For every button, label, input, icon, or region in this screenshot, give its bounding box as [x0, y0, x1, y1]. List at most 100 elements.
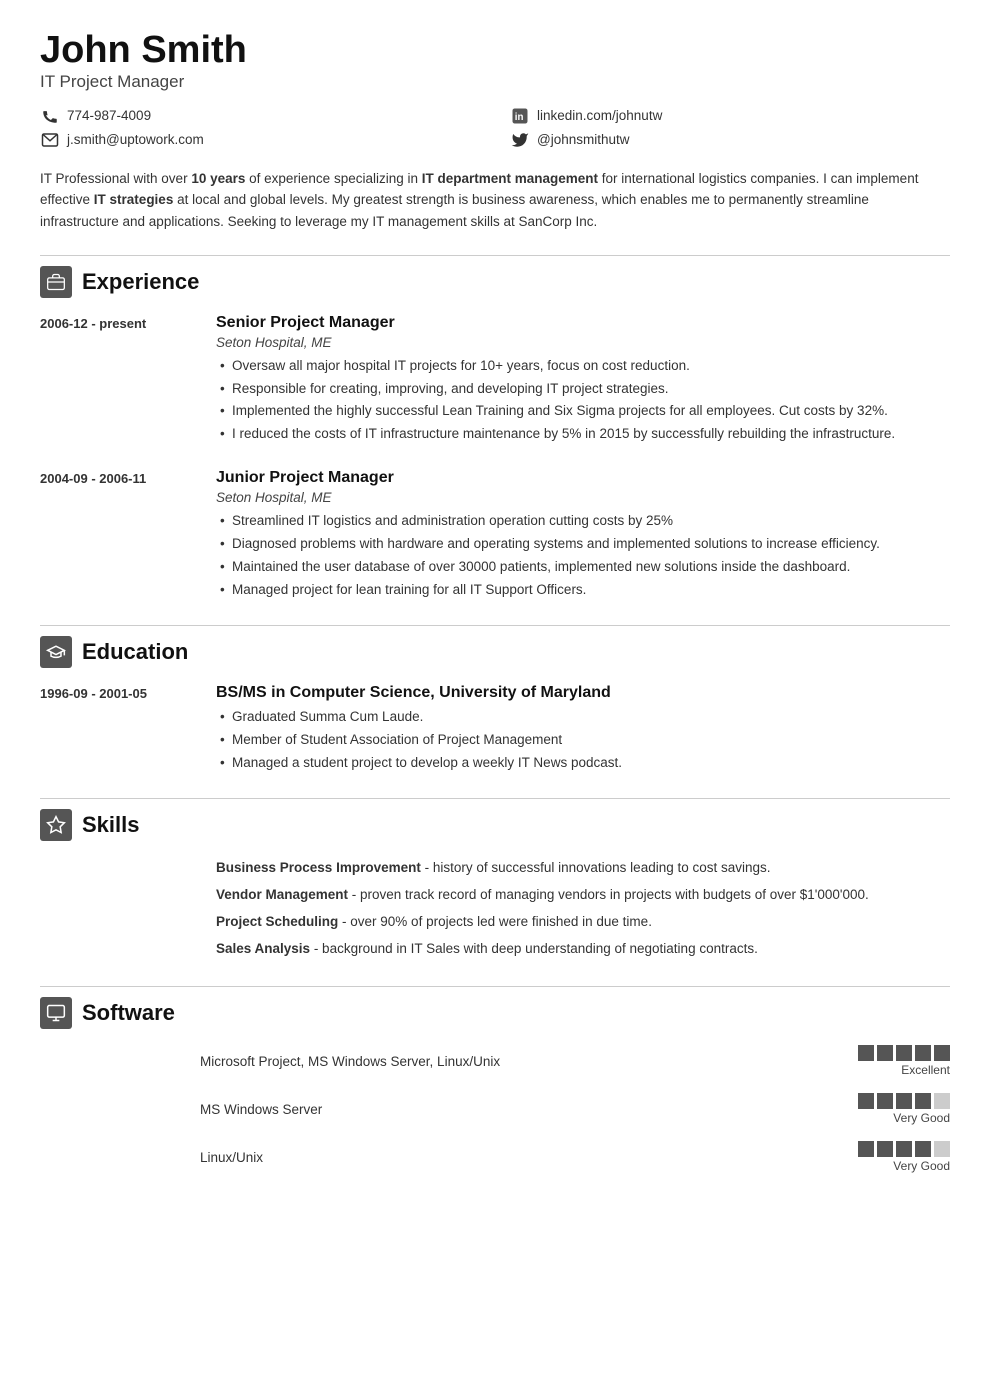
dot-1-4	[915, 1045, 931, 1061]
exp-bullets-1: Oversaw all major hospital IT projects f…	[216, 356, 950, 446]
resume-header: John Smith IT Project Manager 774-987-40…	[40, 30, 950, 150]
exp-date-2: 2004-09 - 2006-11	[40, 469, 200, 603]
dot-2-1	[858, 1093, 874, 1109]
edu-bullet-1-2: Member of Student Association of Project…	[216, 730, 950, 751]
software-rating-2: Very Good	[858, 1093, 950, 1125]
software-section: Software Microsoft Project, MS Windows S…	[40, 986, 950, 1173]
edu-bullet-1-3: Managed a student project to develop a w…	[216, 753, 950, 774]
skill-desc-2: - proven track record of managing vendor…	[348, 887, 869, 902]
software-title: Software	[82, 1000, 175, 1026]
software-icon	[40, 997, 72, 1029]
software-name-2: MS Windows Server	[200, 1102, 858, 1117]
contact-linkedin: in linkedin.com/johnutw	[510, 106, 950, 126]
dot-3-1	[858, 1141, 874, 1157]
svg-text:in: in	[515, 112, 524, 123]
phone-text: 774-987-4009	[67, 108, 151, 123]
software-rating-1: Excellent	[858, 1045, 950, 1077]
skills-content: Business Process Improvement - history o…	[40, 857, 950, 965]
education-title: Education	[82, 639, 188, 665]
experience-icon	[40, 266, 72, 298]
experience-section: Experience 2006-12 - present Senior Proj…	[40, 255, 950, 603]
exp-details-2: Junior Project Manager Seton Hospital, M…	[216, 469, 950, 603]
dot-2-2	[877, 1093, 893, 1109]
skill-2: Vendor Management - proven track record …	[216, 884, 950, 907]
dot-1-5	[934, 1045, 950, 1061]
dot-3-5	[934, 1141, 950, 1157]
exp-bullet-1-4: I reduced the costs of IT infrastructure…	[216, 424, 950, 445]
experience-title: Experience	[82, 269, 199, 295]
job-title: IT Project Manager	[40, 72, 950, 92]
contact-twitter: @johnsmithutw	[510, 130, 950, 150]
rating-label-2: Very Good	[893, 1111, 950, 1125]
edu-degree-1: BS/MS in Computer Science, University of…	[216, 684, 950, 702]
exp-bullet-2-3: Maintained the user database of over 300…	[216, 557, 950, 578]
experience-header: Experience	[40, 255, 950, 298]
rating-label-3: Very Good	[893, 1159, 950, 1173]
skills-icon	[40, 809, 72, 841]
dot-2-3	[896, 1093, 912, 1109]
contact-email: j.smith@uptowork.com	[40, 130, 480, 150]
edu-bullets-1: Graduated Summa Cum Laude. Member of Stu…	[216, 707, 950, 774]
exp-bullet-1-1: Oversaw all major hospital IT projects f…	[216, 356, 950, 377]
dot-3-3	[896, 1141, 912, 1157]
software-name-1: Microsoft Project, MS Windows Server, Li…	[200, 1054, 858, 1069]
full-name: John Smith	[40, 30, 950, 72]
exp-entry-2: 2004-09 - 2006-11 Junior Project Manager…	[40, 469, 950, 603]
email-icon	[40, 130, 60, 150]
skills-header: Skills	[40, 798, 950, 841]
skills-title: Skills	[82, 812, 139, 838]
twitter-text: @johnsmithutw	[537, 132, 630, 147]
skill-desc-4: - background in IT Sales with deep under…	[310, 941, 758, 956]
linkedin-text: linkedin.com/johnutw	[537, 108, 662, 123]
dot-1-1	[858, 1045, 874, 1061]
rating-dots-3	[858, 1141, 950, 1157]
dot-3-4	[915, 1141, 931, 1157]
exp-role-1: Senior Project Manager	[216, 314, 950, 332]
skill-desc-3: - over 90% of projects led were finished…	[338, 914, 652, 929]
exp-date-1: 2006-12 - present	[40, 314, 200, 448]
contact-grid: 774-987-4009 in linkedin.com/johnutw j.s…	[40, 106, 950, 150]
education-section: Education 1996-09 - 2001-05 BS/MS in Com…	[40, 625, 950, 776]
exp-bullet-2-2: Diagnosed problems with hardware and ope…	[216, 534, 950, 555]
exp-bullet-2-1: Streamlined IT logistics and administrat…	[216, 511, 950, 532]
software-name-3: Linux/Unix	[200, 1150, 858, 1165]
skill-4: Sales Analysis - background in IT Sales …	[216, 938, 950, 961]
skill-1: Business Process Improvement - history o…	[216, 857, 950, 880]
education-icon	[40, 636, 72, 668]
software-header: Software	[40, 986, 950, 1029]
skill-name-2: Vendor Management	[216, 887, 348, 902]
edu-date-1: 1996-09 - 2001-05	[40, 684, 200, 776]
software-row-1: Microsoft Project, MS Windows Server, Li…	[40, 1045, 950, 1077]
skill-desc-1: - history of successful innovations lead…	[421, 860, 771, 875]
skills-list: Business Process Improvement - history o…	[216, 857, 950, 965]
exp-entry-1: 2006-12 - present Senior Project Manager…	[40, 314, 950, 448]
exp-bullet-1-2: Responsible for creating, improving, and…	[216, 379, 950, 400]
dot-3-2	[877, 1141, 893, 1157]
exp-bullets-2: Streamlined IT logistics and administrat…	[216, 511, 950, 601]
skill-name-3: Project Scheduling	[216, 914, 338, 929]
exp-bullet-2-4: Managed project for lean training for al…	[216, 580, 950, 601]
dot-1-3	[896, 1045, 912, 1061]
dot-1-2	[877, 1045, 893, 1061]
skill-name-4: Sales Analysis	[216, 941, 310, 956]
phone-icon	[40, 106, 60, 126]
email-text: j.smith@uptowork.com	[67, 132, 204, 147]
exp-company-1: Seton Hospital, ME	[216, 335, 950, 350]
edu-entry-1: 1996-09 - 2001-05 BS/MS in Computer Scie…	[40, 684, 950, 776]
exp-bullet-1-3: Implemented the highly successful Lean T…	[216, 401, 950, 422]
software-row-2: MS Windows Server Very Good	[40, 1093, 950, 1125]
contact-phone: 774-987-4009	[40, 106, 480, 126]
linkedin-icon: in	[510, 106, 530, 126]
software-row-3: Linux/Unix Very Good	[40, 1141, 950, 1173]
dot-2-4	[915, 1093, 931, 1109]
software-rating-3: Very Good	[858, 1141, 950, 1173]
edu-details-1: BS/MS in Computer Science, University of…	[216, 684, 950, 776]
rating-label-1: Excellent	[901, 1063, 950, 1077]
dot-2-5	[934, 1093, 950, 1109]
twitter-icon	[510, 130, 530, 150]
edu-bullet-1-1: Graduated Summa Cum Laude.	[216, 707, 950, 728]
skill-3: Project Scheduling - over 90% of project…	[216, 911, 950, 934]
education-header: Education	[40, 625, 950, 668]
skills-section: Skills Business Process Improvement - hi…	[40, 798, 950, 965]
exp-company-2: Seton Hospital, ME	[216, 490, 950, 505]
